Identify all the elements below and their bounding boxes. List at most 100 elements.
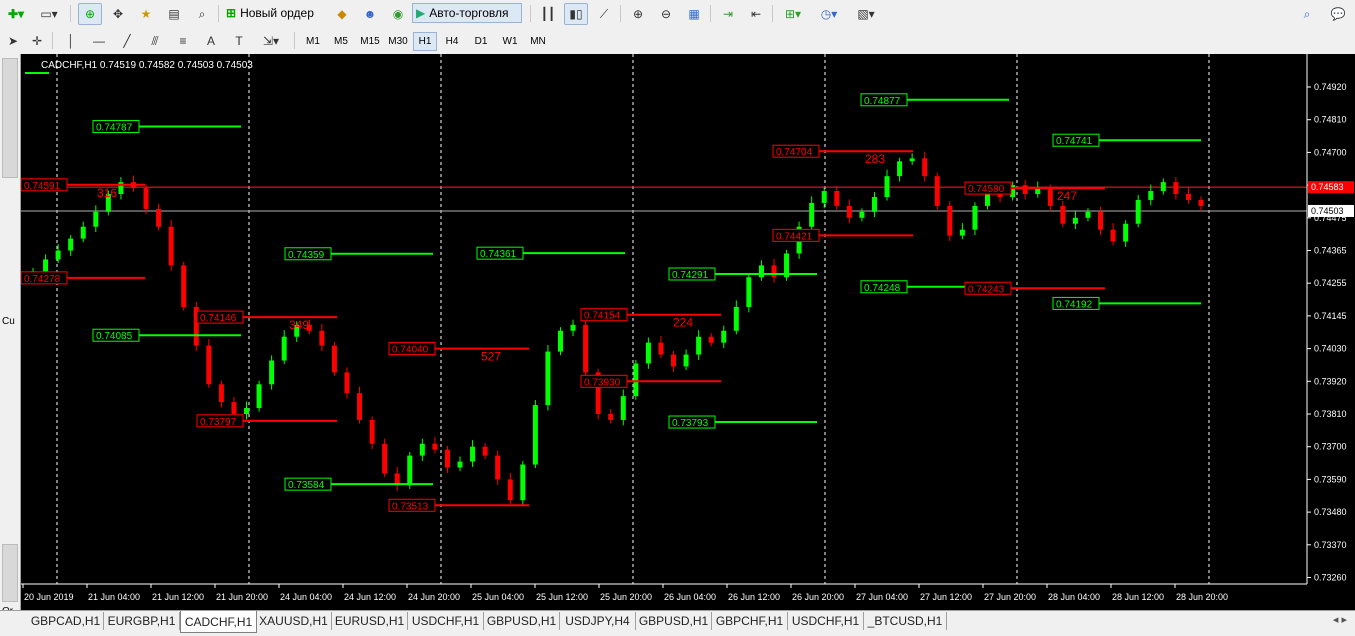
timeframe-w1[interactable]: W1 (498, 32, 522, 51)
candle-body (143, 188, 149, 209)
metaeditor-icon[interactable]: ◆ (330, 3, 354, 25)
chart-window[interactable]: 0.74787 0.74085 0.74359 0.73584 0.74361 0.742… (20, 54, 1355, 610)
text-icon[interactable]: A (200, 30, 222, 52)
time-tick-label: 25 Jun 04:00 (472, 592, 524, 602)
time-tick-label: 20 Jun 2019 (24, 592, 74, 602)
tile-windows-icon[interactable]: ▦ (682, 3, 706, 25)
timeframe-m1[interactable]: M1 (300, 32, 326, 51)
resistance-level-label: 0.74146 (200, 313, 237, 324)
chart-tab[interactable]: EURGBP,H1 (104, 612, 180, 630)
chart-tab[interactable]: GBPCHF,H1 (712, 612, 788, 630)
trendline-icon[interactable]: ╱ (116, 30, 138, 52)
zoom-out-icon[interactable]: ⊖ (654, 3, 678, 25)
horizontal-line-icon[interactable]: — (88, 30, 110, 52)
dock-scrollbar[interactable] (2, 58, 18, 178)
candle-body (1160, 182, 1166, 192)
candle-body (407, 455, 413, 486)
candle-body (1198, 199, 1204, 206)
search-icon[interactable]: ⌕ (1296, 3, 1318, 25)
new-order-button[interactable]: ⊞ Новый ордер (226, 3, 314, 23)
candlestick-icon[interactable]: ▮▯ (564, 3, 588, 25)
chart-tab[interactable]: CADCHF,H1 (180, 611, 257, 633)
candle-body (934, 176, 940, 206)
candle-body (432, 443, 438, 450)
candle-body (244, 408, 250, 414)
resistance-level-label: 0.73797 (200, 417, 237, 428)
profiles-icon[interactable]: ▭▾ (34, 3, 64, 25)
chart-tab[interactable]: XAUUSD,H1 (256, 612, 332, 630)
current-price-label: 0.74503 (1311, 206, 1344, 216)
support-level-label: 0.74787 (96, 123, 133, 134)
support-level-label: 0.74359 (288, 250, 325, 261)
periods-icon[interactable]: ◷▾ (814, 3, 844, 25)
bar-chart-icon[interactable]: ┃┃ (536, 3, 560, 25)
chart-tab[interactable]: USDCHF,H1 (788, 612, 864, 630)
indicators-icon[interactable]: ⊞▾ (778, 3, 808, 25)
autotrading-button[interactable]: ▶ Авто-торговля (412, 3, 522, 23)
text-label-icon[interactable]: T (228, 30, 250, 52)
candle-body (909, 158, 915, 162)
candle-body (758, 265, 764, 278)
navigator-icon[interactable]: ★ (134, 3, 158, 25)
timeframe-h4[interactable]: H4 (440, 32, 464, 51)
chart-tab[interactable]: EURUSD,H1 (332, 612, 408, 630)
chart-tab[interactable]: GBPUSD,H1 (484, 612, 560, 630)
chat-icon[interactable]: 💬 (1324, 3, 1352, 25)
vertical-line-icon[interactable]: │ (60, 30, 82, 52)
price-tick-label: 0.73260 (1314, 573, 1347, 583)
range-count-label: 247 (1057, 189, 1077, 203)
price-tick-label: 0.74810 (1314, 115, 1347, 125)
timeframe-m30[interactable]: M30 (384, 32, 412, 51)
signals-icon[interactable]: ☻ (358, 3, 382, 25)
chart-tab[interactable]: _BTCUSD,H1 (864, 612, 947, 630)
data-window-icon[interactable]: ✥ (106, 3, 130, 25)
autotrading-label: Авто-торговля (429, 6, 509, 20)
strategy-tester-icon[interactable]: ⌕ (190, 3, 214, 25)
candle-body (156, 208, 162, 227)
candle-body (319, 330, 325, 346)
timeframe-m5[interactable]: M5 (328, 32, 354, 51)
chart-tab[interactable]: USDJPY,H4 (560, 612, 636, 630)
chart-header: CADCHF,H1 0.74519 0.74582 0.74503 0.7450… (41, 60, 253, 71)
dock-scrollbar-lower[interactable] (2, 544, 18, 602)
timeframe-m15[interactable]: M15 (356, 32, 384, 51)
support-level-label: 0.74877 (864, 96, 901, 107)
templates-icon[interactable]: ▧▾ (850, 3, 882, 25)
candle-body (620, 396, 626, 420)
time-tick-label: 27 Jun 20:00 (984, 592, 1036, 602)
chart-tab[interactable]: USDCHF,H1 (408, 612, 484, 630)
chart-tabs-bar: GBPCAD,H1 EURGBP,H1 CADCHF,H1 XAUUSD,H1 EURU… (0, 610, 1355, 636)
dock-label-cu: Cu (2, 316, 15, 327)
time-tick-label: 24 Jun 04:00 (280, 592, 332, 602)
market-watch-icon[interactable]: ⊕ (78, 3, 102, 25)
zoom-in-icon[interactable]: ⊕ (626, 3, 650, 25)
candle-body (1060, 205, 1066, 224)
fibonacci-icon[interactable]: ≡ (172, 30, 194, 52)
crosshair-icon[interactable]: ✛ (26, 30, 48, 52)
chart-shift-icon[interactable]: ⇤ (744, 3, 768, 25)
terminal-icon[interactable]: ▤ (162, 3, 186, 25)
candle-body (231, 402, 237, 414)
price-chart[interactable]: 0.74787 0.74085 0.74359 0.73584 0.74361 0.742… (20, 54, 1355, 610)
equidistant-channel-icon[interactable]: ⫻ (144, 30, 166, 52)
cursor-icon[interactable]: ➤ (2, 30, 24, 52)
line-chart-icon[interactable]: ⟋ (592, 3, 616, 25)
arrows-icon[interactable]: ⇲▾ (256, 30, 286, 52)
time-tick-label: 21 Jun 12:00 (152, 592, 204, 602)
candle-body (1085, 211, 1091, 218)
time-tick-label: 26 Jun 04:00 (664, 592, 716, 602)
resistance-level-label: 0.74591 (24, 181, 61, 192)
tab-scroll-arrows-icon[interactable]: ◂ ▸ (1333, 613, 1347, 626)
market-icon[interactable]: ◉ (386, 3, 410, 25)
chart-tab[interactable]: GBPUSD,H1 (636, 612, 712, 630)
new-chart-icon[interactable]: ✚▾ (2, 3, 30, 25)
candle-body (922, 158, 928, 177)
range-count-label: 316 (97, 186, 117, 200)
timeframe-mn[interactable]: MN (525, 32, 551, 51)
timeframe-d1[interactable]: D1 (469, 32, 493, 51)
chart-tab[interactable]: GBPCAD,H1 (28, 612, 104, 630)
timeframe-h1[interactable]: H1 (413, 32, 437, 51)
time-tick-label: 26 Jun 12:00 (728, 592, 780, 602)
price-tick-label: 0.74145 (1314, 311, 1347, 321)
autoscroll-icon[interactable]: ⇥ (716, 3, 740, 25)
